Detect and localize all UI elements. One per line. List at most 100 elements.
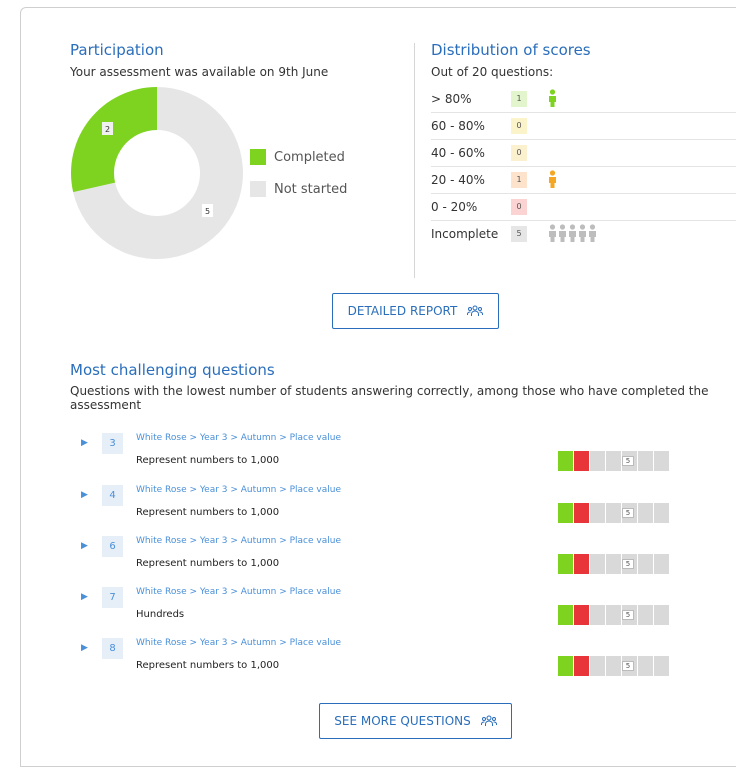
score-band-row[interactable]: 60 - 80% 0 (431, 113, 736, 140)
legend-not-started-label: Not started (274, 181, 348, 197)
score-band-label: > 80% (431, 92, 472, 106)
completed-swatch (250, 149, 266, 165)
student-icons (548, 170, 557, 190)
question-number: 6 (102, 536, 123, 557)
incorrect-segment (574, 554, 590, 574)
question-name: Represent numbers to 1,000 (136, 507, 280, 518)
legend-completed: Completed (250, 149, 345, 165)
correct-segment (558, 503, 574, 523)
incomplete-segment: 5 (590, 656, 669, 676)
correct-segment (558, 656, 574, 676)
question-path-link[interactable]: White Rose > Year 3 > Autumn > Place val… (136, 536, 341, 546)
expand-arrow-icon[interactable]: ▶ (81, 643, 88, 653)
detailed-report-button[interactable]: DETAILED REPORT (332, 293, 499, 329)
incomplete-count: 5 (622, 610, 634, 620)
question-path-link[interactable]: White Rose > Year 3 > Autumn > Place val… (136, 433, 341, 443)
question-name: Hundreds (136, 609, 185, 620)
score-band-row[interactable]: 40 - 60% 0 (431, 140, 736, 167)
distribution-title: Distribution of scores (431, 41, 591, 59)
score-band-count: 0 (511, 145, 527, 161)
question-row[interactable]: ▶ 6 White Rose > Year 3 > Autumn > Place… (71, 536, 671, 584)
student-icons (548, 224, 597, 244)
incomplete-count: 5 (622, 508, 634, 518)
score-band-row[interactable]: > 80% 1 (431, 86, 736, 113)
correct-segment (558, 605, 574, 625)
question-path-link[interactable]: White Rose > Year 3 > Autumn > Place val… (136, 485, 341, 495)
question-path-link[interactable]: White Rose > Year 3 > Autumn > Place val… (136, 638, 341, 648)
expand-arrow-icon[interactable]: ▶ (81, 438, 88, 448)
incomplete-segment: 5 (590, 503, 669, 523)
incomplete-count: 5 (622, 456, 634, 466)
see-more-questions-button[interactable]: SEE MORE QUESTIONS (319, 703, 512, 739)
results-bar: 5 (558, 605, 669, 625)
incorrect-segment (574, 656, 590, 676)
incomplete-count: 5 (622, 661, 634, 671)
completed-slice (71, 87, 157, 193)
score-band-count: 1 (511, 172, 527, 188)
score-band-count: 0 (511, 199, 527, 215)
question-row[interactable]: ▶ 7 White Rose > Year 3 > Autumn > Place… (71, 587, 671, 635)
incorrect-segment (574, 503, 590, 523)
question-row[interactable]: ▶ 3 White Rose > Year 3 > Autumn > Place… (71, 433, 671, 481)
student-icons (548, 89, 557, 109)
results-bar: 5 (558, 503, 669, 523)
student-icon (579, 224, 586, 242)
section-divider (414, 43, 415, 278)
score-band-row[interactable]: 0 - 20% 0 (431, 194, 736, 221)
results-bar: 5 (558, 451, 669, 471)
participation-subtitle: Your assessment was available on 9th Jun… (70, 65, 329, 79)
score-band-count: 1 (511, 91, 527, 107)
score-band-row[interactable]: 20 - 40% 1 (431, 167, 736, 194)
incomplete-segment: 5 (590, 451, 669, 471)
score-band-row[interactable]: Incomplete 5 (431, 221, 736, 248)
results-bar: 5 (558, 554, 669, 574)
score-band-count: 0 (511, 118, 527, 134)
expand-arrow-icon[interactable]: ▶ (81, 490, 88, 500)
challenging-questions-subtitle: Questions with the lowest number of stud… (70, 384, 709, 412)
score-band-label: 40 - 60% (431, 146, 485, 160)
assessment-summary-card: Participation Your assessment was availa… (20, 7, 736, 767)
incomplete-segment: 5 (590, 554, 669, 574)
student-icon (549, 224, 556, 242)
incomplete-count: 5 (622, 559, 634, 569)
participation-title: Participation (70, 41, 164, 59)
question-number: 7 (102, 587, 123, 608)
question-row[interactable]: ▶ 4 White Rose > Year 3 > Autumn > Place… (71, 485, 671, 533)
question-name: Represent numbers to 1,000 (136, 455, 280, 466)
student-icon (569, 224, 576, 242)
student-icon (589, 224, 596, 242)
legend-not-started: Not started (250, 181, 347, 197)
score-band-label: Incomplete (431, 227, 499, 241)
correct-segment (558, 554, 574, 574)
student-icon (559, 224, 566, 242)
question-path-link[interactable]: White Rose > Year 3 > Autumn > Place val… (136, 587, 341, 597)
student-icon (549, 89, 556, 107)
score-band-label: 0 - 20% (431, 200, 478, 214)
question-number: 8 (102, 638, 123, 659)
score-band-label: 60 - 80% (431, 119, 485, 133)
people-icon (467, 305, 484, 316)
question-number: 4 (102, 485, 123, 506)
results-bar: 5 (558, 656, 669, 676)
incomplete-segment: 5 (590, 605, 669, 625)
not-started-count-label: 5 (205, 207, 210, 216)
score-band-count: 5 (511, 226, 527, 242)
question-number: 3 (102, 433, 123, 454)
challenging-questions-title: Most challenging questions (70, 361, 275, 379)
correct-segment (558, 451, 574, 471)
participation-donut-chart: 2 5 (71, 87, 243, 259)
expand-arrow-icon[interactable]: ▶ (81, 592, 88, 602)
see-more-questions-label: SEE MORE QUESTIONS (334, 714, 471, 728)
expand-arrow-icon[interactable]: ▶ (81, 541, 88, 551)
score-band-label: 20 - 40% (431, 173, 485, 187)
distribution-subtitle: Out of 20 questions: (431, 65, 554, 79)
completed-count-label: 2 (105, 125, 110, 134)
people-icon (480, 715, 497, 726)
not-started-swatch (250, 181, 266, 197)
incorrect-segment (574, 451, 590, 471)
student-icon (549, 170, 556, 188)
question-name: Represent numbers to 1,000 (136, 558, 280, 569)
question-row[interactable]: ▶ 8 White Rose > Year 3 > Autumn > Place… (71, 638, 671, 686)
incorrect-segment (574, 605, 590, 625)
detailed-report-label: DETAILED REPORT (347, 304, 458, 318)
